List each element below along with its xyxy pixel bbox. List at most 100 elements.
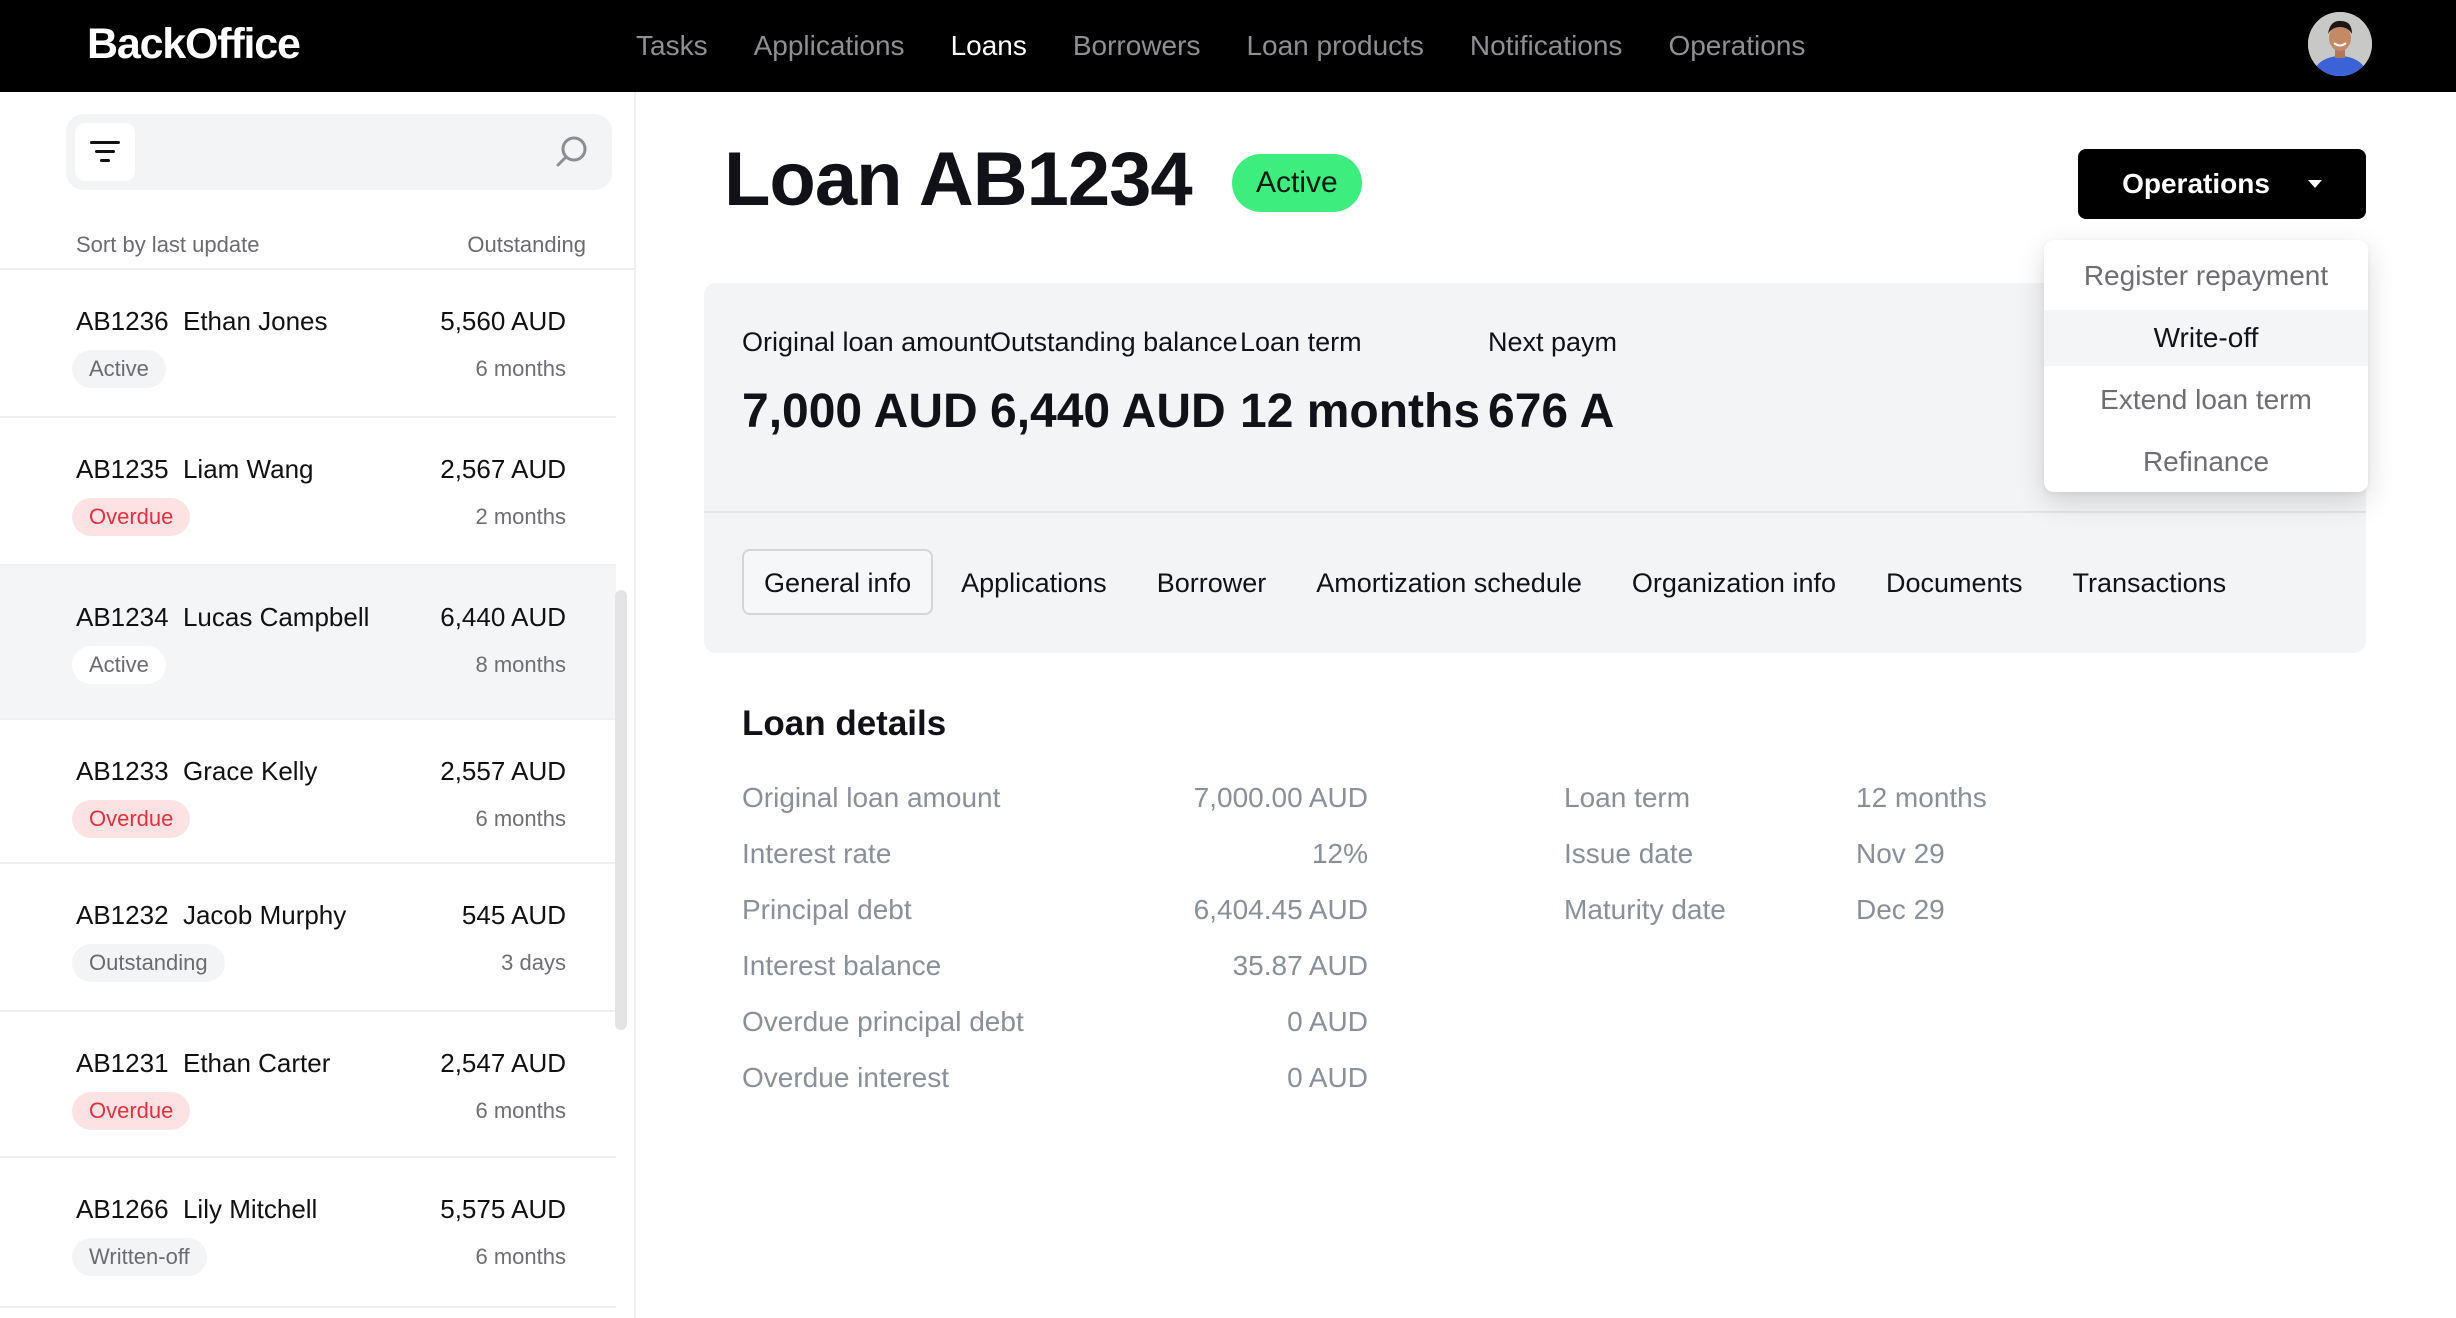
user-avatar-icon: [2308, 12, 2372, 76]
loan-list-item[interactable]: AB1235 Liam Wang 2,567 AUD Overdue 2 mon…: [0, 418, 616, 566]
summary-original-amount: Original loan amount 7,000 AUD: [742, 327, 991, 439]
loan-remaining-term: 6 months: [475, 1244, 567, 1269]
loan-id-and-borrower: AB1235 Liam Wang: [76, 454, 314, 484]
detail-row: Interest rate 12%: [742, 838, 1368, 894]
tab-transactions[interactable]: Transactions: [2051, 549, 2249, 615]
main-nav: Tasks Applications Loans Borrowers Loan …: [636, 0, 1851, 92]
summary-label: Loan term: [1240, 327, 1362, 357]
tab-documents[interactable]: Documents: [1864, 549, 2045, 615]
loan-status-badge: Active: [1232, 154, 1362, 212]
detail-value: 0 AUD: [1287, 1006, 1368, 1037]
tab-applications[interactable]: Applications: [939, 549, 1129, 615]
detail-label: Issue date: [1564, 838, 1694, 869]
detail-label: Loan term: [1564, 782, 1691, 813]
nav-item-loans[interactable]: Loans: [951, 30, 1027, 62]
detail-row: Overdue principal debt 0 AUD: [742, 1006, 1368, 1062]
loan-remaining-term: 8 months: [475, 652, 567, 677]
loan-list-item[interactable]: AB1234 Lucas Campbell 6,440 AUD Active 8…: [0, 566, 616, 720]
detail-value: Dec 29: [1856, 894, 1945, 925]
loan-id-and-borrower: AB1236 Ethan Jones: [76, 306, 328, 336]
detail-value: 12%: [1311, 838, 1368, 869]
loan-list-sidebar: Sort by last update Outstanding AB1236 E…: [0, 92, 636, 1318]
detail-row: Interest balance 35.87 AUD: [742, 950, 1368, 1006]
loan-outstanding-amount: 6,440 AUD: [440, 602, 566, 632]
sidebar-scrollbar[interactable]: [615, 590, 627, 1030]
detail-value: 6,404.45 AUD: [1193, 894, 1368, 925]
loan-outstanding-amount: 2,557 AUD: [440, 756, 566, 786]
menu-item-refinance[interactable]: Refinance: [2044, 434, 2368, 490]
nav-item-operations[interactable]: Operations: [1668, 30, 1805, 62]
column-label-outstanding: Outstanding: [467, 232, 586, 257]
loan-list-item[interactable]: AB1231 Ethan Carter 2,547 AUD Overdue 6 …: [0, 1012, 616, 1158]
tab-borrower[interactable]: Borrower: [1135, 549, 1289, 615]
loan-id-and-borrower: AB1232 Jacob Murphy: [76, 900, 347, 930]
divider: [704, 511, 2366, 513]
loan-remaining-term: 6 months: [475, 356, 567, 381]
detail-label: Interest rate: [742, 838, 892, 869]
loan-outstanding-amount: 545 AUD: [461, 900, 566, 930]
summary-value: 12 months: [1240, 385, 1481, 438]
loan-id-and-borrower: AB1266 Lily Mitchell: [76, 1194, 318, 1224]
loan-status-badge: Written-off: [72, 1238, 207, 1276]
filter-icon: [90, 141, 120, 162]
loan-remaining-term: 6 months: [475, 1098, 567, 1123]
loan-list-item[interactable]: AB1232 Jacob Murphy 545 AUD Outstanding …: [0, 864, 616, 1012]
tab-general-info[interactable]: General info: [742, 549, 934, 615]
loan-status-badge: Active: [72, 350, 166, 388]
brand-logo[interactable]: BackOffice: [87, 20, 301, 69]
loan-status-badge: Overdue: [72, 800, 191, 838]
detail-label: Original loan amount: [742, 782, 1001, 813]
search-bar[interactable]: [66, 114, 612, 190]
loan-list: AB1236 Ethan Jones 5,560 AUD Active 6 mo…: [0, 270, 616, 1308]
loan-list-item[interactable]: AB1233 Grace Kelly 2,557 AUD Overdue 6 m…: [0, 720, 616, 864]
nav-item-loan-products[interactable]: Loan products: [1246, 30, 1423, 62]
detail-row: Original loan amount 7,000.00 AUD: [742, 782, 1368, 838]
loan-status-badge: Overdue: [72, 498, 191, 536]
detail-value: 35.87 AUD: [1232, 950, 1368, 981]
loan-list-item[interactable]: AB1266 Lily Mitchell 5,575 AUD Written-o…: [0, 1158, 616, 1308]
loan-id-and-borrower: AB1231 Ethan Carter: [76, 1048, 331, 1078]
nav-item-tasks[interactable]: Tasks: [636, 30, 708, 62]
loan-list-item[interactable]: AB1236 Ethan Jones 5,560 AUD Active 6 mo…: [0, 270, 616, 418]
detail-label: Overdue interest: [742, 1062, 949, 1093]
operations-dropdown-button[interactable]: Operations: [2078, 149, 2366, 219]
summary-value: 676 A: [1488, 385, 1615, 438]
detail-row: Principal debt 6,404.45 AUD: [742, 894, 1368, 950]
loan-outstanding-amount: 5,560 AUD: [440, 306, 566, 336]
detail-value: Nov 29: [1856, 838, 1945, 869]
summary-label: Original loan amount: [742, 327, 992, 357]
nav-item-applications[interactable]: Applications: [754, 30, 905, 62]
detail-value: 12 months: [1856, 782, 1987, 813]
tab-organization-info[interactable]: Organization info: [1610, 549, 1858, 615]
detail-label: Principal debt: [742, 894, 912, 925]
search-icon[interactable]: [554, 134, 590, 170]
loan-status-badge: Active: [72, 646, 166, 684]
page-title: Loan AB1234: [724, 137, 1193, 222]
summary-next-payment: Next paym 676 A: [1488, 327, 1617, 439]
caret-down-icon: [2307, 180, 2322, 188]
filter-button[interactable]: [75, 123, 135, 181]
summary-label: Next paym: [1488, 327, 1618, 357]
tab-amortization-schedule[interactable]: Amortization schedule: [1294, 549, 1604, 615]
sort-selector[interactable]: Sort by last update: [76, 232, 259, 258]
detail-value: 0 AUD: [1287, 1062, 1368, 1093]
nav-item-notifications[interactable]: Notifications: [1470, 30, 1623, 62]
section-title-loan-details: Loan details: [742, 704, 947, 743]
loan-tabs: General info Applications Borrower Amort…: [742, 549, 2254, 615]
nav-item-borrowers[interactable]: Borrowers: [1073, 30, 1201, 62]
user-avatar[interactable]: [2308, 12, 2372, 76]
top-navigation-bar: BackOffice Tasks Applications Loans Borr…: [0, 0, 2456, 92]
loan-outstanding-amount: 2,567 AUD: [440, 454, 566, 484]
menu-item-register-repayment[interactable]: Register repayment: [2044, 248, 2368, 304]
operations-menu: Register repayment Write-off Extend loan…: [2044, 240, 2368, 492]
loan-details-left: Original loan amount 7,000.00 AUD Interes…: [742, 782, 1368, 1118]
list-header: Sort by last update Outstanding: [0, 222, 634, 270]
loan-remaining-term: 6 months: [475, 806, 567, 831]
menu-item-extend-loan-term[interactable]: Extend loan term: [2044, 372, 2368, 428]
menu-item-write-off[interactable]: Write-off: [2044, 310, 2368, 366]
detail-value: 7,000.00 AUD: [1193, 782, 1368, 813]
loan-details-right: Loan term 12 months Issue date Nov 29 Matu…: [1564, 782, 2064, 950]
summary-value: 6,440 AUD: [990, 385, 1226, 438]
detail-label: Interest balance: [742, 950, 942, 981]
summary-loan-term: Loan term 12 months: [1240, 327, 1480, 439]
